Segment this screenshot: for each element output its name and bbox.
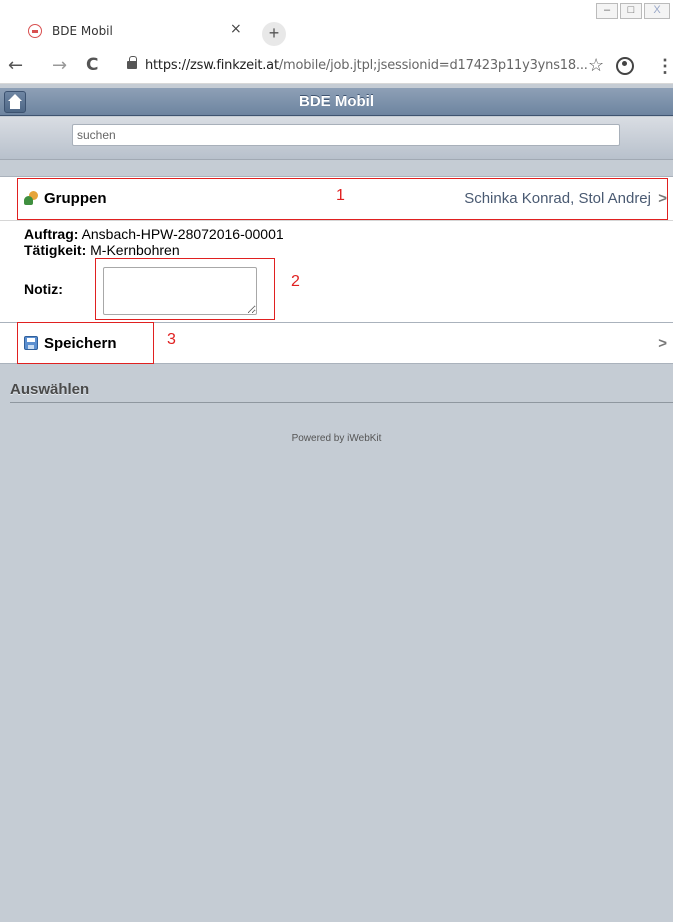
url-path: /mobile/job.jtpl;jsessionid=d17423p11y3y…: [278, 58, 588, 73]
footer-powered-by: Powered by iWebKit: [291, 433, 382, 444]
new-tab-button[interactable]: +: [262, 22, 286, 46]
annotation-box-2: [95, 258, 275, 320]
chevron-right-icon: >: [658, 335, 667, 352]
address-bar-row: ← → C https://zsw.finkzeit.at/mobile/job…: [0, 50, 673, 84]
reload-icon[interactable]: C: [86, 55, 98, 75]
lock-icon: [127, 56, 137, 69]
url-field[interactable]: https://zsw.finkzeit.at/mobile/job.jtpl;…: [145, 58, 588, 73]
window-close-button[interactable]: X: [644, 3, 670, 19]
notiz-label: Notiz:: [24, 281, 63, 297]
account-icon[interactable]: [616, 57, 634, 75]
annotation-number-3: 3: [167, 331, 176, 348]
annotation-number-2: 2: [291, 273, 300, 290]
app-header: BDE Mobil: [0, 88, 673, 116]
taetigkeit-label: Tätigkeit:: [24, 242, 87, 258]
browser-tab-strip: BDE Mobil × + – □ X: [0, 0, 673, 50]
taetigkeit-line: Tätigkeit: M-Kernbohren: [24, 242, 180, 258]
bookmark-star-icon[interactable]: ☆: [588, 55, 604, 76]
tab-title: BDE Mobil: [52, 24, 113, 38]
section-divider: [10, 402, 673, 403]
auftrag-value: Ansbach-HPW-28072016-00001: [81, 226, 284, 242]
back-arrow-icon[interactable]: ←: [8, 55, 23, 76]
browser-tab[interactable]: BDE Mobil ×: [20, 18, 255, 48]
auftrag-line: Auftrag: Ansbach-HPW-28072016-00001: [24, 226, 284, 242]
taetigkeit-value: M-Kernbohren: [90, 242, 180, 258]
app-title: BDE Mobil: [299, 93, 374, 110]
minimize-button[interactable]: –: [596, 3, 618, 19]
menu-icon[interactable]: ⋮: [656, 56, 673, 77]
maximize-button[interactable]: □: [620, 3, 642, 19]
annotation-box-3: [17, 322, 154, 364]
search-bar: [0, 117, 673, 160]
auftrag-label: Auftrag:: [24, 226, 79, 242]
annotation-number-1: 1: [336, 187, 345, 204]
forward-arrow-icon[interactable]: →: [52, 55, 67, 76]
search-input[interactable]: [72, 124, 620, 146]
section-title: Auswählen: [10, 381, 90, 398]
tab-close-icon[interactable]: ×: [230, 21, 242, 37]
url-host: https://zsw.finkzeit.at: [145, 58, 279, 73]
favicon-icon: [28, 24, 42, 38]
